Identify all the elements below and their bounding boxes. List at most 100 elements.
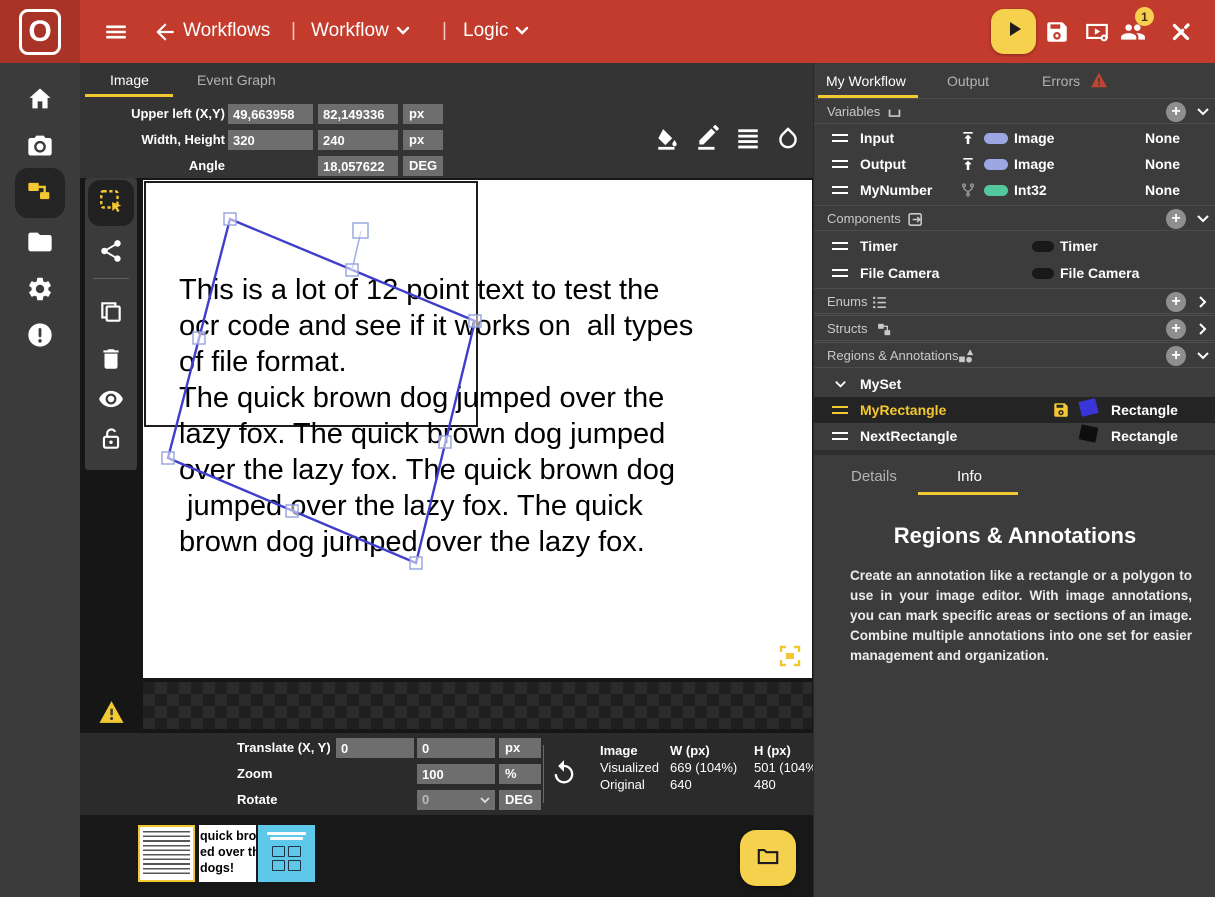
save-link-icon[interactable] bbox=[1044, 19, 1070, 45]
rectangle-color-swatch bbox=[1079, 424, 1099, 442]
annotation-my-rectangle[interactable] bbox=[143, 180, 812, 678]
tool-strip-divider bbox=[93, 278, 129, 279]
drag-handle-icon[interactable] bbox=[832, 269, 848, 277]
image-filmstrip: quick browed over thdogs! bbox=[80, 815, 813, 897]
home-icon[interactable] bbox=[26, 85, 54, 113]
chevron-right-icon bbox=[1196, 295, 1210, 309]
lock-open-icon[interactable] bbox=[98, 426, 124, 452]
add-struct-button[interactable]: + bbox=[1166, 319, 1186, 339]
thumbnail-selected[interactable] bbox=[138, 825, 195, 882]
variable-row-input[interactable]: Input Image None bbox=[814, 125, 1215, 151]
select-tool-active[interactable] bbox=[88, 180, 134, 226]
view-transform-toolbar: Translate (X, Y) px Zoom % Rotate 0 DEG … bbox=[80, 733, 813, 815]
fill-color-icon[interactable] bbox=[655, 125, 681, 151]
tab-image[interactable]: Image bbox=[110, 72, 149, 88]
region-row-myrectangle-selected[interactable]: MyRectangle Rectangle bbox=[814, 397, 1215, 423]
drag-handle-icon[interactable] bbox=[832, 432, 848, 440]
workflow-nav-active[interactable] bbox=[15, 168, 65, 218]
tab-info[interactable]: Info bbox=[957, 468, 982, 485]
thumbnail-glyphs bbox=[264, 846, 309, 871]
add-region-button[interactable]: + bbox=[1166, 346, 1186, 366]
tab-details[interactable]: Details bbox=[851, 468, 897, 485]
delete-trash-icon[interactable] bbox=[98, 346, 124, 372]
draw-color-icon[interactable] bbox=[695, 125, 721, 151]
image-canvas[interactable]: This is a lot of 12 point text to test t… bbox=[143, 180, 812, 678]
width-input[interactable] bbox=[228, 130, 313, 150]
fit-to-view-icon[interactable] bbox=[778, 644, 802, 668]
add-enum-button[interactable]: + bbox=[1166, 292, 1186, 312]
translate-unit: px bbox=[499, 738, 541, 758]
regions-section-header[interactable]: Regions & Annotations + bbox=[814, 342, 1215, 368]
variable-row-mynumber[interactable]: MyNumber Int32 None bbox=[814, 177, 1215, 203]
variable-row-output[interactable]: Output Image None bbox=[814, 151, 1215, 177]
image-editor-header: Image Event Graph Upper left (X,Y) px Wi… bbox=[80, 63, 813, 178]
chevron-down-icon bbox=[1196, 212, 1210, 226]
breadcrumb-workflows[interactable]: Workflows bbox=[183, 20, 270, 42]
polygon-tool-icon[interactable] bbox=[98, 238, 124, 264]
back-arrow-icon[interactable] bbox=[152, 19, 178, 45]
structs-section-header[interactable]: Structs + bbox=[814, 315, 1215, 341]
component-row-timer[interactable]: Timer Timer bbox=[814, 233, 1215, 259]
zoom-input[interactable] bbox=[417, 764, 495, 784]
line-width-icon[interactable] bbox=[735, 125, 761, 151]
save-link-icon[interactable] bbox=[1052, 401, 1070, 424]
region-set-row[interactable]: MySet bbox=[814, 371, 1215, 397]
type-pill bbox=[984, 185, 1008, 196]
drag-handle-icon[interactable] bbox=[832, 160, 848, 168]
copy-icon[interactable] bbox=[98, 299, 124, 325]
tab-event-graph[interactable]: Event Graph bbox=[197, 72, 276, 88]
camera-icon[interactable] bbox=[26, 131, 54, 159]
add-variable-button[interactable]: + bbox=[1166, 102, 1186, 122]
component-row-file-camera[interactable]: File Camera File Camera bbox=[814, 260, 1215, 286]
upper-left-x-input[interactable] bbox=[228, 104, 313, 124]
alert-icon[interactable] bbox=[26, 321, 54, 349]
upper-left-y-input[interactable] bbox=[318, 104, 398, 124]
thumbnail-text-preview bbox=[143, 831, 190, 875]
drag-handle-icon[interactable] bbox=[832, 134, 848, 142]
hamburger-menu-icon[interactable] bbox=[103, 19, 129, 45]
thumbnail-2[interactable]: quick browed over thdogs! bbox=[199, 825, 256, 882]
opacity-droplet-icon[interactable] bbox=[775, 125, 801, 151]
thumbnail-3[interactable] bbox=[258, 825, 315, 882]
debug-tools-icon[interactable] bbox=[1168, 19, 1194, 45]
type-pill bbox=[984, 133, 1008, 144]
warning-triangle-icon[interactable] bbox=[98, 700, 125, 724]
tab-errors[interactable]: Errors bbox=[1042, 73, 1080, 89]
branch-scope-icon bbox=[960, 182, 976, 198]
settings-gear-icon[interactable] bbox=[26, 275, 54, 303]
add-component-button[interactable]: + bbox=[1166, 209, 1186, 229]
chevron-down-icon bbox=[515, 20, 529, 42]
input-scope-icon bbox=[960, 130, 976, 146]
folder-icon[interactable] bbox=[26, 228, 54, 256]
chevron-right-icon bbox=[1196, 322, 1210, 336]
tab-my-workflow[interactable]: My Workflow bbox=[826, 73, 906, 89]
angle-input[interactable] bbox=[318, 156, 398, 176]
rectangle-color-swatch bbox=[1078, 398, 1098, 417]
angle-label: Angle bbox=[80, 156, 225, 176]
tab-output[interactable]: Output bbox=[947, 73, 989, 89]
video-settings-icon[interactable] bbox=[1084, 19, 1110, 45]
translate-x-input[interactable] bbox=[336, 738, 414, 758]
structs-icon bbox=[876, 321, 893, 338]
drag-handle-icon[interactable] bbox=[832, 406, 848, 414]
breadcrumb-workflow-dropdown[interactable]: Workflow bbox=[311, 20, 410, 42]
type-pill bbox=[984, 159, 1008, 170]
height-input[interactable] bbox=[318, 130, 398, 150]
drag-handle-icon[interactable] bbox=[832, 242, 848, 250]
reset-view-icon[interactable] bbox=[550, 759, 578, 787]
output-scope-icon bbox=[960, 156, 976, 172]
drag-handle-icon[interactable] bbox=[832, 186, 848, 194]
variables-section-header[interactable]: Variables + bbox=[814, 98, 1215, 124]
translate-y-input[interactable] bbox=[417, 738, 495, 758]
components-section-header[interactable]: Components + bbox=[814, 205, 1215, 231]
open-folder-button[interactable] bbox=[740, 830, 796, 886]
chevron-down-icon[interactable] bbox=[834, 378, 847, 396]
enums-section-header[interactable]: Enums + bbox=[814, 288, 1215, 314]
breadcrumb-logic-dropdown[interactable]: Logic bbox=[463, 20, 529, 42]
type-pill bbox=[1032, 268, 1054, 279]
run-workflow-button[interactable] bbox=[991, 9, 1036, 54]
app-logo[interactable]: O bbox=[0, 0, 80, 63]
region-row-nextrectangle[interactable]: NextRectangle Rectangle bbox=[814, 423, 1215, 449]
rotate-select[interactable]: 0 bbox=[417, 790, 495, 810]
visibility-eye-icon[interactable] bbox=[98, 386, 124, 412]
